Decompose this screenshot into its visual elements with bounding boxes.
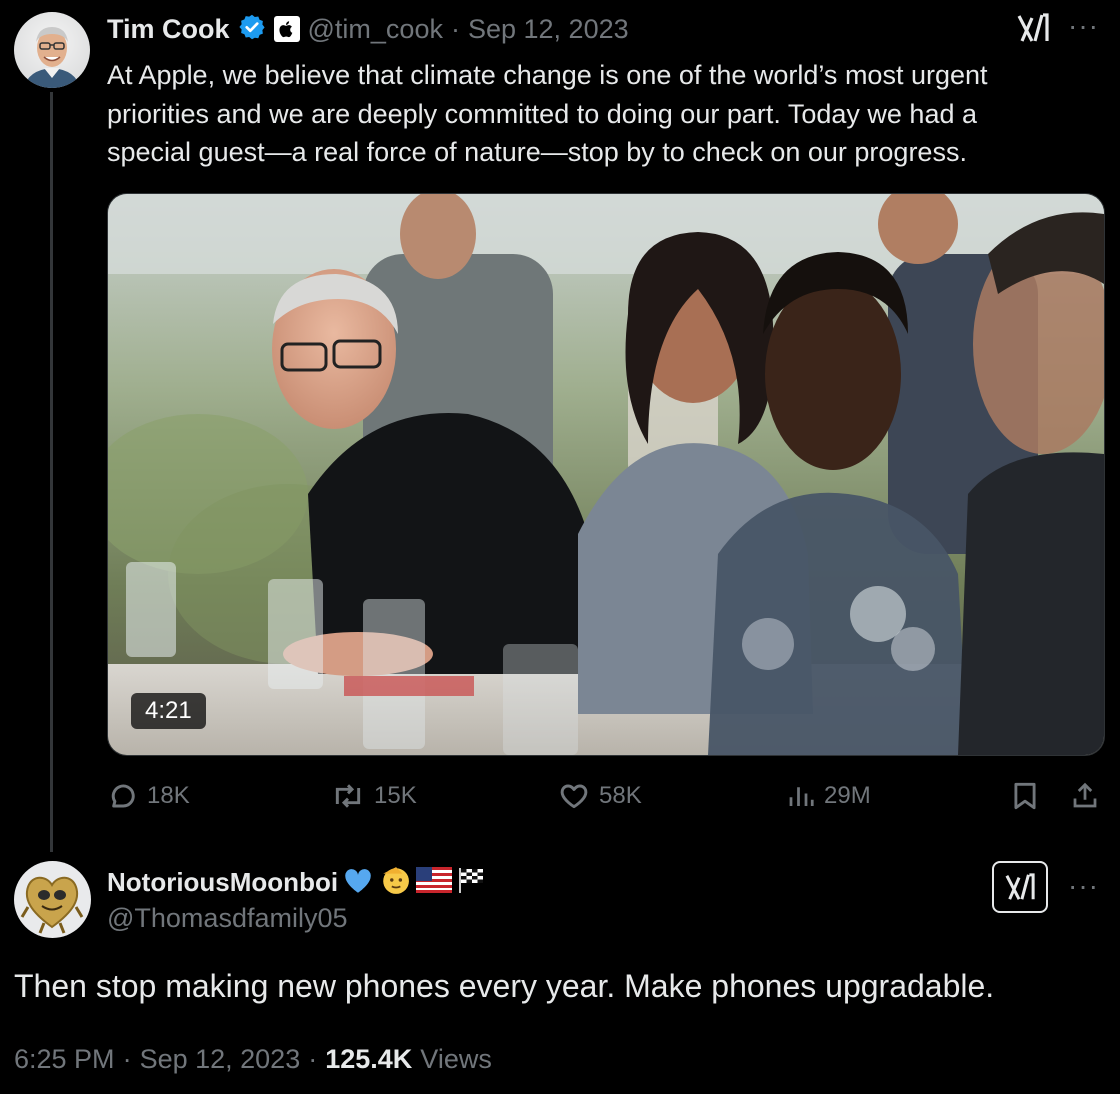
bookmark-icon (1014, 782, 1036, 810)
blue-heart-emoji (342, 866, 374, 899)
repost-count: 15K (374, 782, 417, 809)
saluting-face-emoji (378, 865, 412, 900)
reply-count: 18K (147, 782, 190, 809)
video-duration-badge: 4:21 (131, 693, 206, 729)
checkered-flag-emoji (456, 866, 486, 899)
share-button[interactable] (1070, 780, 1100, 812)
reply-author-avatar[interactable] (14, 861, 91, 938)
apple-affiliate-icon[interactable] (273, 16, 300, 42)
bookmark-button[interactable] (1012, 780, 1038, 812)
more-dots-icon[interactable]: ··· (1068, 870, 1099, 902)
author-avatar[interactable] (14, 12, 90, 88)
separator-dot: · (450, 13, 460, 44)
us-flag-emoji (416, 866, 453, 898)
grok-icon (1005, 873, 1035, 900)
repost-icon (335, 784, 361, 808)
views-icon (789, 787, 814, 806)
reply-time[interactable]: 6:25 PM (14, 1044, 115, 1075)
reply-views-label: Views (420, 1044, 492, 1074)
separator-dot: · (122, 1044, 132, 1074)
reply-author-handle[interactable]: @Thomasdfamily05 (107, 903, 348, 934)
like-button[interactable]: 58K (557, 780, 642, 812)
reply-text: Then stop making new phones every year. … (14, 968, 995, 1004)
repost-button[interactable]: 15K (330, 780, 417, 812)
tweet-text-line: priorities and we are deeply committed t… (107, 98, 977, 129)
thread-connector-line (50, 92, 53, 852)
author-name[interactable]: Tim Cook (107, 14, 230, 45)
views-count: 29M (824, 782, 871, 809)
reply-icon (111, 784, 135, 808)
heart-icon (560, 784, 588, 809)
video-player[interactable] (107, 193, 1105, 756)
grok-icon[interactable] (1016, 12, 1050, 44)
tweet-text: At Apple, we believe that climate change… (107, 56, 1107, 172)
video-thumbnail (108, 194, 1104, 755)
verified-badge-icon[interactable] (238, 13, 266, 46)
share-icon (1073, 782, 1097, 808)
reply-views-count: 125.4K (325, 1044, 413, 1074)
tweet-text-line: special guest—a real force of nature—sto… (107, 137, 967, 167)
views-button[interactable]: 29M (786, 780, 871, 812)
more-dots-icon[interactable]: ··· (1068, 10, 1099, 42)
author-handle[interactable]: @tim_cook (308, 14, 443, 45)
grok-button[interactable] (992, 861, 1048, 913)
tweet-text-line: At Apple, we believe that climate change… (107, 60, 988, 90)
like-count: 58K (599, 782, 642, 809)
reply-date[interactable]: Sep 12, 2023 (140, 1044, 301, 1075)
reply-button[interactable]: 18K (107, 780, 190, 812)
separator-dot: · (308, 1044, 318, 1074)
reply-author-name[interactable]: NotoriousMoonboi (107, 867, 338, 898)
tweet-date[interactable]: Sep 12, 2023 (468, 14, 629, 45)
